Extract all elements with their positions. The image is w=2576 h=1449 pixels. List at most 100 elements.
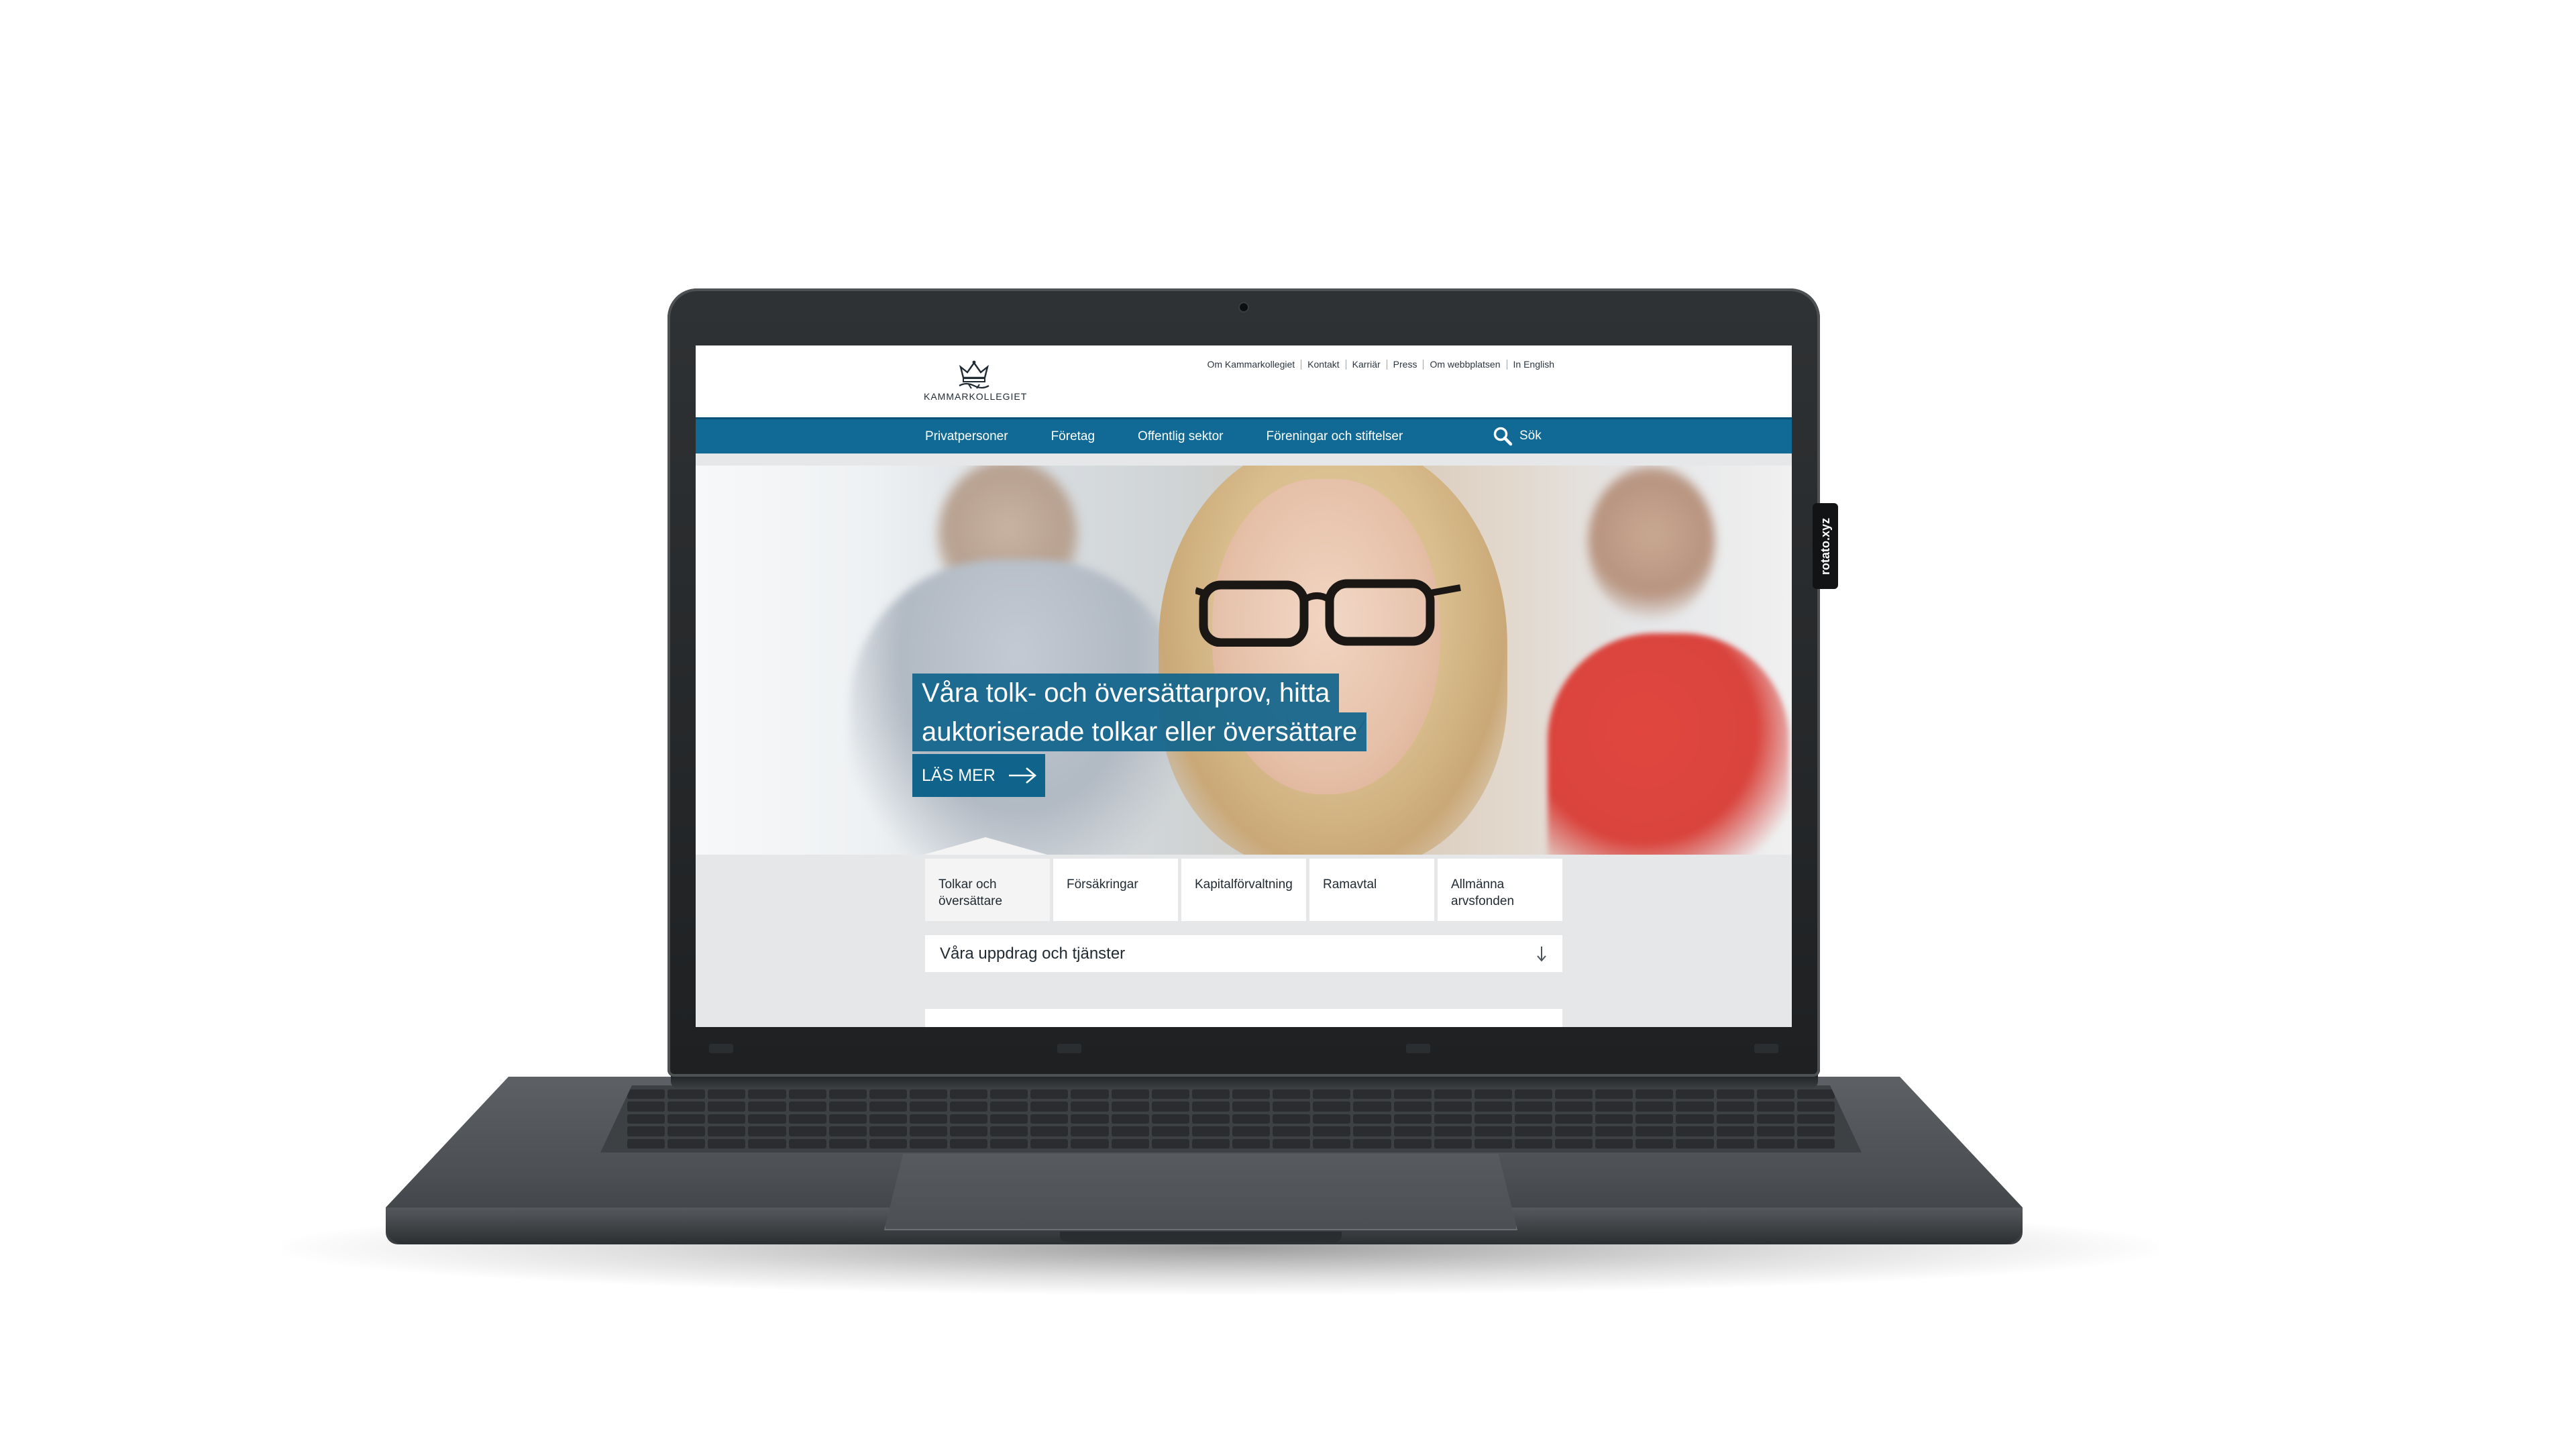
keyboard-key — [1393, 1102, 1432, 1112]
keyboard-key — [1635, 1114, 1674, 1124]
keyboard-key — [627, 1089, 665, 1099]
keyboard-key — [1353, 1102, 1391, 1112]
keyboard-key — [1434, 1102, 1472, 1112]
services-dropdown[interactable]: Våra uppdrag och tjänster — [925, 935, 1562, 972]
keyboard-key — [1796, 1089, 1835, 1099]
nav-item-foretag[interactable]: Företag — [1051, 429, 1095, 444]
keyboard-key — [1030, 1102, 1069, 1112]
keyboard-key — [1030, 1089, 1069, 1099]
keyboard-key — [1232, 1089, 1271, 1099]
keyboard-key — [1434, 1138, 1472, 1148]
keyboard-key — [1635, 1089, 1674, 1099]
keyboard-key — [1232, 1126, 1271, 1136]
keyboard-key — [708, 1089, 746, 1099]
keyboard-key — [1676, 1126, 1714, 1136]
keyboard-key — [950, 1089, 988, 1099]
content-card — [925, 1009, 1562, 1027]
keyboard-key — [1151, 1138, 1189, 1148]
keyboard-key — [667, 1138, 706, 1148]
laptop-trackpad — [884, 1154, 1517, 1230]
keyboard-key — [1595, 1102, 1633, 1112]
keyboard-key — [990, 1138, 1028, 1148]
link-kontakt[interactable]: Kontakt — [1301, 360, 1345, 370]
tab-kapitalforvaltning[interactable]: Kapitalförvaltning — [1181, 859, 1306, 921]
keyboard-key — [1071, 1126, 1109, 1136]
tab-label-line1: Tolkar och — [938, 877, 997, 892]
link-in-english[interactable]: In English — [1506, 360, 1560, 370]
keyboard-key — [667, 1089, 706, 1099]
nav-item-privatpersoner[interactable]: Privatpersoner — [925, 429, 1008, 444]
keyboard-key — [869, 1102, 907, 1112]
keyboard-key — [788, 1126, 826, 1136]
tab-label-line2: översättare — [938, 894, 1003, 908]
keyboard-key — [1071, 1089, 1109, 1099]
keyboard-key — [869, 1126, 907, 1136]
keyboard-key — [1071, 1102, 1109, 1112]
link-om-kammarkollegiet[interactable]: Om Kammarkollegiet — [1201, 360, 1301, 370]
keyboard-key — [1555, 1102, 1593, 1112]
keyboard-key — [1796, 1114, 1835, 1124]
keyboard-key — [1273, 1126, 1311, 1136]
keyboard-key — [1232, 1102, 1271, 1112]
keyboard-key — [1555, 1114, 1593, 1124]
tab-forsakringar[interactable]: Försäkringar — [1053, 859, 1178, 921]
hero-headline: Våra tolk- och översättarprov, hitta auk… — [912, 674, 1367, 751]
keyboard-key — [788, 1114, 826, 1124]
arrow-right-icon — [1008, 767, 1036, 784]
keyboard-key — [1393, 1126, 1432, 1136]
keyboard-key — [1191, 1102, 1230, 1112]
link-press[interactable]: Press — [1386, 360, 1424, 370]
link-karriar[interactable]: Karriär — [1345, 360, 1387, 370]
tab-tolkar-och-oversattare[interactable]: Tolkar och översättare — [925, 859, 1050, 921]
tab-allmanna-arvsfonden[interactable]: Allmänna arvsfonden — [1438, 859, 1562, 921]
keyboard-key — [788, 1089, 826, 1099]
keyboard-key — [1030, 1138, 1069, 1148]
tab-label-line1: Allmänna — [1451, 877, 1505, 892]
keyboard-key — [627, 1114, 665, 1124]
glasses-graphic — [1195, 579, 1461, 647]
keyboard-key — [627, 1126, 665, 1136]
nav-divider — [696, 453, 1792, 466]
keyboard-key — [1353, 1138, 1391, 1148]
keyboard-key — [1191, 1126, 1230, 1136]
category-tabs: Tolkar och översättare Försäkringar Kapi… — [925, 859, 1562, 921]
tab-label-line1: Ramavtal — [1323, 877, 1377, 892]
keyboard-key — [1071, 1138, 1109, 1148]
site-logo[interactable]: KAMMARKOLLEGIET — [924, 359, 1026, 413]
read-more-button[interactable]: LÄS MER — [912, 754, 1045, 797]
rotato-sticker: rotato.xyz — [1813, 503, 1838, 589]
keyboard-key — [1313, 1102, 1351, 1112]
keyboard-key — [828, 1126, 867, 1136]
nav-item-offentlig-sektor[interactable]: Offentlig sektor — [1138, 429, 1223, 444]
keyboard-key — [1635, 1126, 1674, 1136]
keyboard-key — [1635, 1102, 1674, 1112]
keyboard-key — [828, 1102, 867, 1112]
keyboard-key — [1273, 1138, 1311, 1148]
keyboard-key — [1756, 1089, 1794, 1099]
keyboard-key — [1555, 1126, 1593, 1136]
nav-item-foreningar[interactable]: Föreningar och stiftelser — [1266, 429, 1403, 444]
hero-banner: Våra tolk- och översättarprov, hitta auk… — [696, 466, 1792, 855]
keyboard-key — [1111, 1114, 1149, 1124]
keyboard-key — [1273, 1089, 1311, 1099]
keyboard-key — [788, 1102, 826, 1112]
keyboard-key — [990, 1126, 1028, 1136]
webcam-icon — [1240, 303, 1248, 311]
crown-icon — [959, 360, 989, 389]
keyboard-key — [1635, 1138, 1674, 1148]
keyboard-key — [1595, 1126, 1633, 1136]
keyboard-key — [1514, 1089, 1553, 1099]
link-om-webbplatsen[interactable]: Om webbplatsen — [1423, 360, 1506, 370]
keyboard-key — [1313, 1126, 1351, 1136]
main-nav: Privatpersoner Företag Offentlig sektor … — [696, 417, 1792, 453]
keyboard-key — [748, 1126, 786, 1136]
keyboard-key — [1756, 1126, 1794, 1136]
keyboard-key — [1474, 1114, 1512, 1124]
keyboard-key — [1393, 1089, 1432, 1099]
keyboard-key — [950, 1138, 988, 1148]
keyboard-key — [1353, 1089, 1391, 1099]
tab-ramavtal[interactable]: Ramavtal — [1309, 859, 1434, 921]
keyboard-key — [1514, 1126, 1553, 1136]
search-button[interactable]: Sök — [1493, 426, 1542, 446]
keyboard-key — [909, 1114, 948, 1124]
